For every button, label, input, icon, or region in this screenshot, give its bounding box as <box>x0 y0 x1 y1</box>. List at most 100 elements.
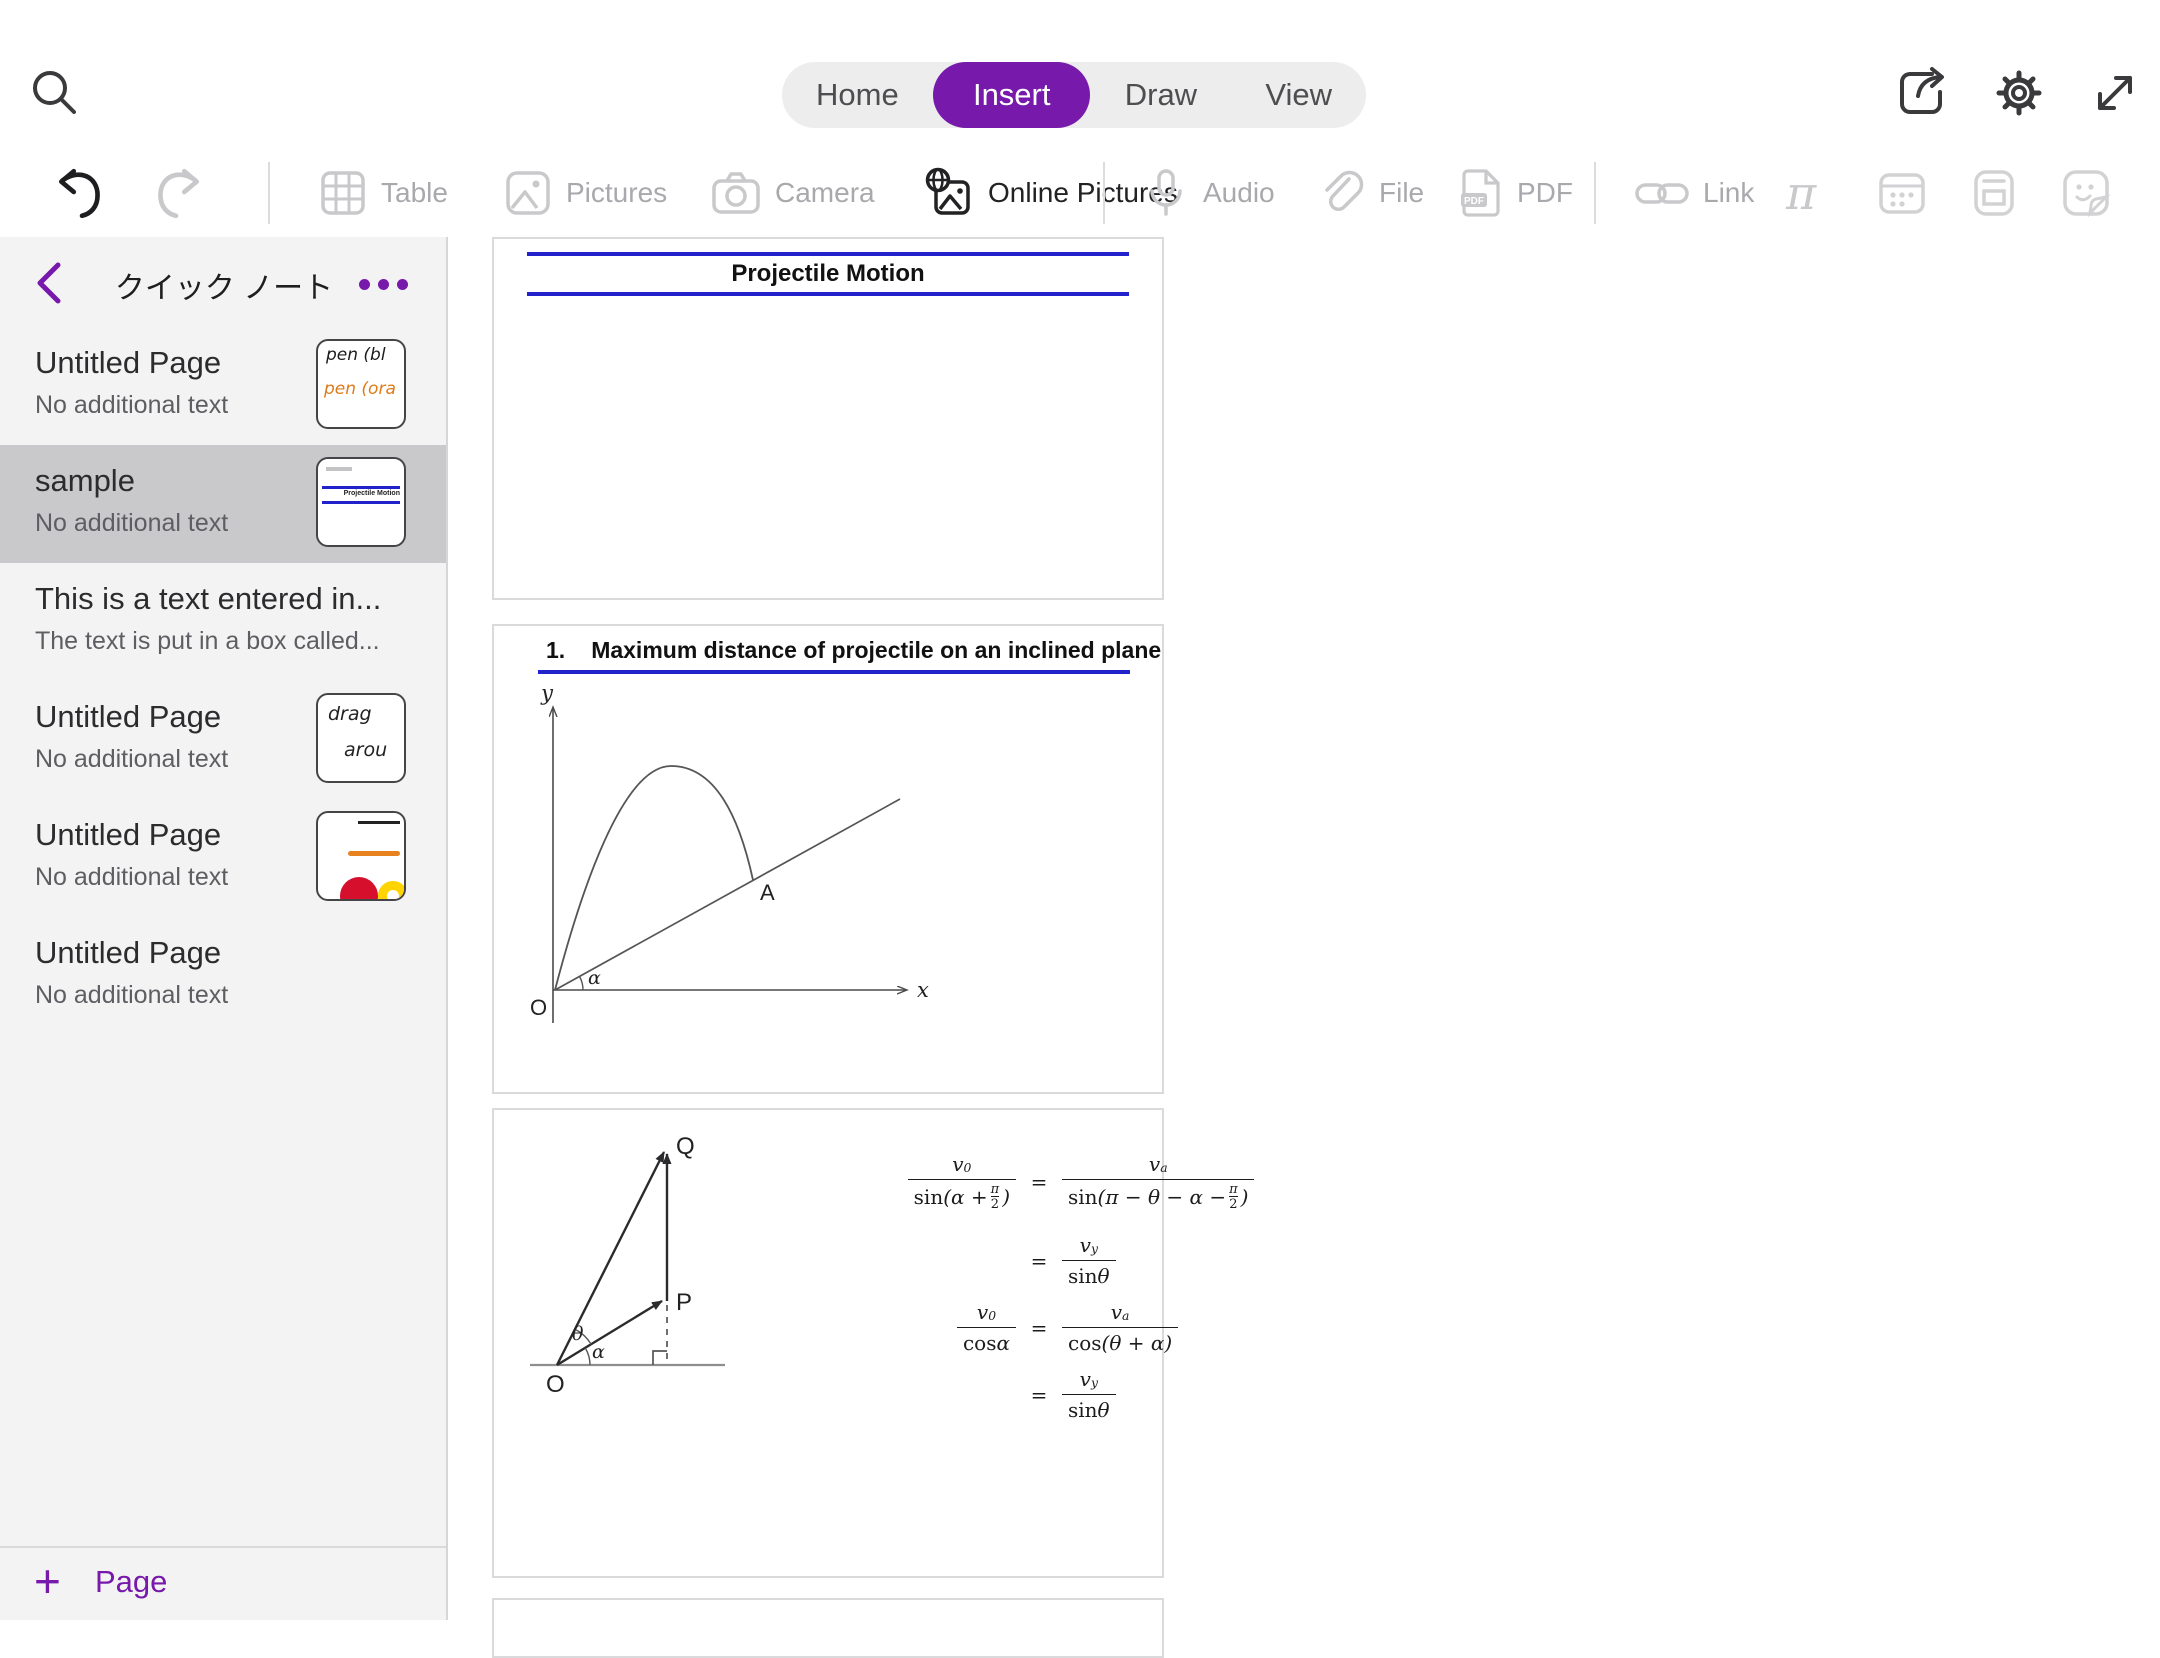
add-page-label: Page <box>95 1564 167 1600</box>
thumb-text: pen (bl <box>326 345 386 365</box>
table-icon <box>318 168 368 218</box>
page-subtitle: The text is put in a box called... <box>35 627 380 656</box>
table-button[interactable]: Table <box>318 148 448 237</box>
note-card-next[interactable] <box>492 1598 1164 1658</box>
camera-button[interactable]: Camera <box>710 148 875 237</box>
page-list-item[interactable]: Untitled Page No additional text drag ar… <box>0 681 446 799</box>
ellipsis-icon <box>359 279 370 290</box>
page-title: Untitled Page <box>35 699 221 735</box>
note-card-figure1[interactable]: 1.Maximum distance of projectile on an i… <box>492 624 1164 1094</box>
page-list-item[interactable]: This is a text entered in... The text is… <box>0 563 446 681</box>
page-subtitle: No additional text <box>35 745 228 774</box>
tab-home-label: Home <box>816 77 899 113</box>
table-label: Table <box>381 177 448 209</box>
stickers-button[interactable] <box>2060 148 2112 237</box>
page-subtitle: No additional text <box>35 863 228 892</box>
tab-view-label: View <box>1265 77 1332 113</box>
right-angle-mark <box>653 1351 667 1365</box>
origin-label: O <box>530 995 547 1020</box>
tab-draw-label: Draw <box>1125 77 1197 113</box>
tab-insert-label: Insert <box>973 77 1051 113</box>
note-title: Projectile Motion <box>494 260 1162 288</box>
settings-button[interactable] <box>1992 66 2046 120</box>
note-card-figure2[interactable]: Q P O θ α v0 sin(α + π2) = va sin(π <box>492 1108 1164 1578</box>
more-options-button[interactable] <box>359 279 408 290</box>
ribbon-tab-bar: Home Insert Draw View <box>782 62 1366 128</box>
pdf-button[interactable]: PDF PDF <box>1458 148 1573 237</box>
theta-label: θ <box>572 1323 584 1345</box>
link-button[interactable]: Link <box>1634 148 1754 237</box>
page-subtitle: No additional text <box>35 509 228 538</box>
tab-draw[interactable]: Draw <box>1091 62 1231 128</box>
math-icon: π <box>1786 164 1816 222</box>
page-list-item[interactable]: Untitled Page No additional text <box>0 917 446 1035</box>
page-list-item[interactable]: Untitled Page No additional text pen (bl… <box>0 327 446 445</box>
equation-row: = vy sin θ <box>844 1367 1254 1422</box>
top-right-actions <box>1896 66 2142 120</box>
link-icon <box>1634 171 1690 215</box>
meeting-details-button[interactable] <box>1876 148 1928 237</box>
projectile-trajectory-figure: y x O A α <box>522 684 932 1056</box>
audio-button[interactable]: Audio <box>1142 148 1275 237</box>
online-pictures-button[interactable]: Online Pictures <box>923 148 1178 237</box>
share-icon <box>1896 66 1950 120</box>
redo-button[interactable] <box>148 164 206 222</box>
file-button[interactable]: File <box>1316 148 1424 237</box>
tab-insert[interactable]: Insert <box>933 62 1091 128</box>
page-list-sidebar: クイック ノート Untitled Page No additional tex… <box>0 237 448 1620</box>
thumb-stroke <box>378 881 406 901</box>
fullscreen-button[interactable] <box>2088 66 2142 120</box>
blue-rule <box>527 252 1129 256</box>
tab-view[interactable]: View <box>1231 62 1366 128</box>
plus-icon: + <box>34 1554 61 1608</box>
name-tag-button[interactable] <box>1968 148 2020 237</box>
section-heading: 1.Maximum distance of projectile on an i… <box>546 637 1161 664</box>
thumb-text: Projectile Motion <box>318 490 400 497</box>
tab-home[interactable]: Home <box>782 62 933 128</box>
note-card-title[interactable]: Projectile Motion <box>492 237 1164 600</box>
point-p-label: P <box>676 1289 692 1316</box>
blue-rule <box>538 670 1130 674</box>
page-title: This is a text entered in... <box>35 581 381 617</box>
sidebar-footer: + Page <box>0 1546 446 1620</box>
thumb-rule <box>322 486 400 489</box>
math-button[interactable]: π <box>1786 148 1816 237</box>
page-title: sample <box>35 463 135 499</box>
add-page-button[interactable]: + Page <box>0 1548 446 1620</box>
point-a-label: A <box>760 880 775 905</box>
camera-icon <box>710 168 762 218</box>
toolbar-divider <box>268 162 270 224</box>
equation-row: v0 cos α = va cos(θ + α) <box>844 1300 1254 1355</box>
toolbar-divider <box>1103 162 1105 224</box>
page-title: Untitled Page <box>35 345 221 381</box>
insert-ribbon: Table Pictures Camera Online Pictures <box>0 148 2160 237</box>
link-label: Link <box>1703 177 1754 209</box>
pictures-icon <box>503 168 553 218</box>
calendar-icon <box>1876 167 1928 219</box>
sidebar-header: クイック ノート <box>0 245 448 319</box>
undo-icon <box>52 164 110 222</box>
search-button[interactable] <box>26 64 82 120</box>
pictures-button[interactable]: Pictures <box>503 148 667 237</box>
pdf-icon: PDF <box>1458 167 1504 219</box>
page-thumbnail: pen (bl pen (ora <box>316 339 406 429</box>
undo-button[interactable] <box>52 164 110 222</box>
page-list-item-selected[interactable]: sample No additional text Projectile Mot… <box>0 445 446 563</box>
page-subtitle: No additional text <box>35 981 228 1010</box>
equals-sign: = <box>1016 1170 1062 1194</box>
online-pictures-icon <box>923 167 975 219</box>
equation-row: v0 sin(α + π2) = va sin(π − θ − α − π2) <box>844 1152 1254 1211</box>
search-icon <box>26 64 82 120</box>
alpha-arc <box>580 976 584 990</box>
page-list-item[interactable]: Untitled Page No additional text <box>0 799 446 917</box>
heading-text: Maximum distance of projectile on an inc… <box>591 637 1161 663</box>
page-thumbnail <box>316 811 406 901</box>
pdf-badge: PDF <box>1464 196 1484 207</box>
y-axis-label: y <box>540 684 554 705</box>
share-button[interactable] <box>1896 66 1950 120</box>
pdf-label: PDF <box>1517 177 1573 209</box>
name-tag-icon <box>1968 167 2020 219</box>
camera-label: Camera <box>775 177 875 209</box>
note-canvas: Projectile Motion 1.Maximum distance of … <box>448 237 2160 1620</box>
thumb-date-smudge <box>326 467 352 471</box>
